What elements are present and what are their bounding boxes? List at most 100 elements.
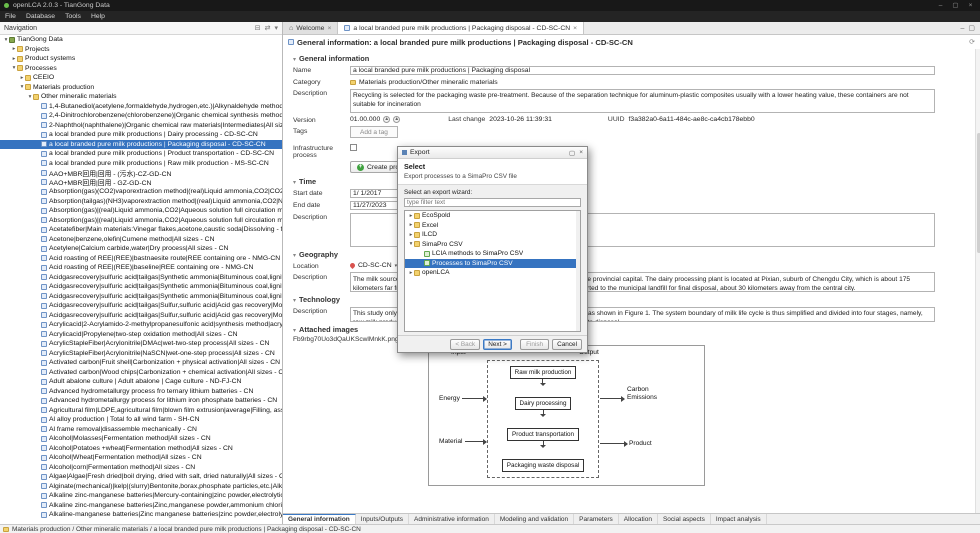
name-input[interactable] (350, 65, 935, 75)
back-button[interactable]: < Back (450, 338, 481, 350)
editor-page-tab[interactable]: Impact analysis (711, 514, 767, 524)
tree-item[interactable]: Absorption(gas)|(real)Liquid ammonia,CO2… (0, 216, 282, 226)
tree-item[interactable]: Absorption(tailgas)(NH3)vaporextraction … (0, 197, 282, 207)
tree-item[interactable]: AcrylicStapleFiber|Acrylonitrile|DMAc|we… (0, 339, 282, 349)
close-tab-icon[interactable] (573, 25, 577, 32)
editor-page-tab[interactable]: Inputs/Outputs (356, 514, 410, 524)
tree-item[interactable]: Algae|Algae|Fresh dried|boil drying, dri… (0, 472, 282, 482)
wizard-tree-scrollbar[interactable] (576, 211, 580, 331)
section-twisty-icon[interactable] (293, 177, 296, 186)
close-dialog-icon[interactable]: × (579, 149, 583, 157)
tree-item[interactable]: AcrylicStapleFiber|Acrylonitrile|NaSCN|w… (0, 349, 282, 359)
tree-item[interactable]: Absorption(gas)(CO2)vaporextraction meth… (0, 187, 282, 197)
editor-page-tab[interactable]: Social aspects (658, 514, 711, 524)
wizard-tree-item[interactable]: SimaPro CSV (405, 240, 580, 250)
tree-item[interactable]: CEEIO (0, 73, 282, 83)
menu-item[interactable]: Help (86, 13, 110, 20)
wizard-tree-item[interactable]: openLCA (405, 268, 580, 278)
tree-item[interactable]: Al frame removal|disassemble mechanicall… (0, 425, 282, 435)
tree-item[interactable]: a local branded pure milk productions | … (0, 149, 282, 159)
menu-item[interactable]: Database (21, 13, 60, 20)
close-window-icon[interactable]: × (965, 0, 976, 11)
infrastructure-process-checkbox[interactable] (350, 144, 357, 151)
maximize-window-icon[interactable]: ▢ (950, 0, 961, 11)
category-link[interactable]: Materials production/Other mineralic mat… (350, 78, 498, 86)
tree-item[interactable]: Advanced hydrometallurgy process fro ter… (0, 387, 282, 397)
start-date-input[interactable] (350, 188, 398, 198)
tree-item[interactable]: Agricultural film|LDPE,agricultural film… (0, 406, 282, 416)
export-dialog-titlebar[interactable]: Export ▢ × (398, 147, 587, 159)
tree-item[interactable]: Alkaline zinc-manganese batteries|Mercur… (0, 491, 282, 501)
tree-item[interactable]: Acetatefiber|Main materials:Vinegar flak… (0, 225, 282, 235)
tree-item[interactable]: Acid roasting of REE|(REE)|baseline|REE … (0, 263, 282, 273)
section-twisty-icon[interactable] (293, 250, 296, 259)
tree-item[interactable]: Other mineralic materials (0, 92, 282, 102)
tree-item[interactable]: 1,4-Butanediol(acetylene,formaldehyde,hy… (0, 102, 282, 112)
tree-item[interactable]: Materials production (0, 83, 282, 93)
menu-item[interactable]: Tools (60, 13, 86, 20)
tree-item[interactable]: Alcohol|Molasses|Fermentation method|All… (0, 434, 282, 444)
section-twisty-icon[interactable] (293, 54, 296, 63)
attached-image-filename[interactable]: Fb9rbg70Uo3dQaUKScwlMnkK.png (293, 336, 970, 343)
restore-dialog-icon[interactable]: ▢ (569, 149, 575, 157)
tree-item[interactable]: Al alloy production | Total fo all wind … (0, 415, 282, 425)
maximize-view-icon[interactable]: ▢ (968, 24, 975, 32)
link-editor-icon[interactable]: ⇄ (265, 24, 271, 32)
tab-welcome[interactable]: Welcome (283, 22, 339, 34)
menu-item[interactable]: File (0, 13, 21, 20)
wizard-tree-item[interactable]: EcoSpold (405, 211, 580, 221)
section-twisty-icon[interactable] (293, 325, 296, 334)
tree-item[interactable]: a local branded pure milk productions | … (0, 130, 282, 140)
tree-item[interactable]: Processes (0, 64, 282, 74)
tree-item[interactable]: Adult abalone culture | Adult abalone | … (0, 377, 282, 387)
tree-item[interactable]: AAO+MBR回用|回用 - GZ-GD-CN (0, 178, 282, 187)
tree-item[interactable]: Acetone|benzene,olefin|Cumene method|All… (0, 235, 282, 245)
tree-item[interactable]: Alcohol|Wheat|Fermentation method|All si… (0, 453, 282, 463)
tree-item[interactable]: 2,4-Dinitrochlorobenzene(chlorobenzene)|… (0, 111, 282, 121)
tree-item[interactable]: Alcohol|corn|Fermentation method|All siz… (0, 463, 282, 473)
tree-item[interactable]: Acidgasrecovery|sulfuric acid|tailgas|Su… (0, 301, 282, 311)
location-combo[interactable]: CD-SC-CN (348, 261, 397, 270)
end-date-input[interactable] (350, 200, 398, 210)
view-menu-icon[interactable]: ▾ (274, 24, 278, 32)
minimize-window-icon[interactable]: – (935, 0, 946, 11)
cancel-button[interactable]: Cancel (552, 338, 582, 350)
version-major-increment-icon[interactable]: ▲ (383, 115, 391, 123)
tree-item[interactable]: Acetylene|Calcium carbide,water|Dry proc… (0, 244, 282, 254)
tree-item[interactable]: Acidgasrecovery|sulfuric acid|tailgas|Sy… (0, 273, 282, 283)
tree-item[interactable]: Activated carbon|Wood chips|Carbonizatio… (0, 368, 282, 378)
tree-item[interactable]: Acidgasrecovery|sulfuric acid|tailgas|Sy… (0, 292, 282, 302)
add-tag-button[interactable]: Add a tag (350, 126, 398, 138)
tree-item[interactable]: Alkaline zinc-manganese batteries|Zinc,m… (0, 501, 282, 511)
tree-item[interactable]: a local branded pure milk productions | … (0, 159, 282, 169)
tree-item[interactable]: Acidgasrecovery|sulfuric acid|tailgas|Sy… (0, 282, 282, 292)
wizard-filter-input[interactable] (404, 197, 581, 207)
editor-page-tab[interactable]: Administrative information (409, 514, 495, 524)
section-twisty-icon[interactable] (293, 295, 296, 304)
next-button[interactable]: Next > (483, 338, 513, 350)
tree-item[interactable]: AAO+MBR回用|回用 - (污水)-CZ-GD-CN (0, 168, 282, 178)
tree-item[interactable]: a local branded pure milk productions | … (0, 139, 282, 149)
wizard-tree-item[interactable]: LCIA methods to SimaPro CSV (405, 249, 580, 259)
editor-scrollbar[interactable] (975, 49, 980, 513)
tree-item[interactable]: Acrylicacid|Propylene|two-step oxidation… (0, 330, 282, 340)
tree-item[interactable]: Acrylicacid|2-Acrylamido-2-methylpropane… (0, 320, 282, 330)
finish-button[interactable]: Finish (520, 338, 550, 350)
version-minor-increment-icon[interactable]: ▲ (393, 115, 401, 123)
editor-page-tab[interactable]: Allocation (619, 514, 658, 524)
tree-item[interactable]: Product systems (0, 54, 282, 64)
scrollbar-thumb[interactable] (976, 132, 980, 254)
collapse-all-icon[interactable]: ⊟ (255, 24, 261, 32)
editor-page-tab[interactable]: Modeling and validation (495, 514, 575, 524)
tab-process-editor[interactable]: a local branded pure milk productions | … (338, 22, 585, 34)
minimize-view-icon[interactable]: – (960, 25, 964, 32)
close-tab-icon[interactable] (327, 25, 331, 32)
tree-item[interactable]: Advanced hydrometallurgy process for lit… (0, 396, 282, 406)
editor-page-tab[interactable]: Parameters (574, 514, 619, 524)
tree-item[interactable]: Acid roasting of REE|(REE)|bastnaesite r… (0, 254, 282, 264)
tree-item[interactable]: Alcohol|Potatoes +wheat|Fermentation met… (0, 444, 282, 454)
refresh-icon[interactable]: ⟳ (969, 38, 975, 46)
wizard-tree-item[interactable]: Processes to SimaPro CSV (405, 258, 580, 268)
tree-item[interactable]: Absorption(gas)|(real)Liquid ammonia,CO2… (0, 206, 282, 216)
tree-item[interactable]: Alkaline-manganese batteries|Zinc mangan… (0, 510, 282, 520)
